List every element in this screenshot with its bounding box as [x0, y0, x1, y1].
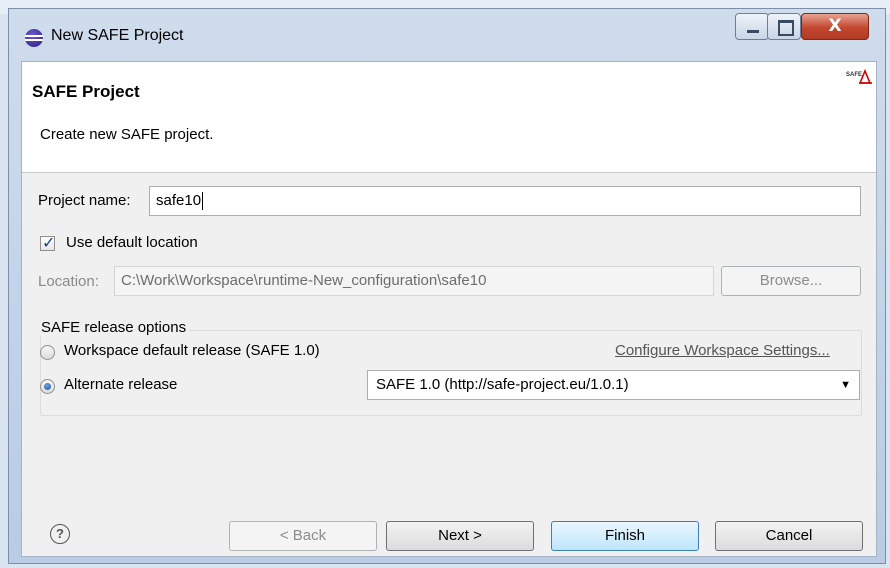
text-caret: [202, 192, 204, 211]
safe-logo-text: SAFE: [846, 72, 862, 78]
workspace-default-radio[interactable]: [40, 345, 55, 360]
eclipse-app-icon: [25, 29, 43, 47]
alternate-release-radio[interactable]: [40, 379, 55, 394]
location-input[interactable]: C:\Work\Workspace\runtime-New_configurat…: [114, 266, 714, 296]
workspace-default-label[interactable]: Workspace default release (SAFE 1.0): [64, 342, 320, 359]
close-icon: X: [828, 16, 842, 36]
help-icon[interactable]: ?: [50, 524, 70, 544]
use-default-location-checkbox[interactable]: ✓: [40, 233, 56, 252]
next-button[interactable]: Next >: [386, 521, 534, 551]
dropdown-arrow-icon: ▼: [840, 379, 851, 391]
close-button[interactable]: X: [801, 13, 869, 40]
checkmark-icon: ✓: [42, 233, 56, 252]
configure-workspace-settings-link[interactable]: Configure Workspace Settings...: [615, 342, 830, 359]
project-name-label: Project name:: [38, 192, 131, 209]
wizard-title: SAFE Project: [32, 82, 140, 101]
alternate-release-label[interactable]: Alternate release: [64, 376, 177, 393]
cancel-button[interactable]: Cancel: [715, 521, 863, 551]
location-label: Location:: [38, 273, 99, 290]
browse-button[interactable]: Browse...: [721, 266, 861, 296]
wizard-description: Create new SAFE project.: [40, 126, 214, 143]
release-options-title: SAFE release options: [38, 319, 190, 336]
dialog-content: SAFE Project Create new SAFE project. SA…: [21, 61, 877, 557]
minimize-button[interactable]: [735, 13, 769, 40]
back-button[interactable]: < Back: [229, 521, 377, 551]
dialog-window: New SAFE Project X SAFE Project Create n…: [8, 8, 886, 564]
use-default-location-label[interactable]: Use default location: [66, 234, 198, 251]
title-bar[interactable]: New SAFE Project X: [9, 9, 885, 61]
wizard-header: SAFE Project Create new SAFE project. SA…: [22, 62, 876, 173]
alternate-release-value: SAFE 1.0 (http://safe-project.eu/1.0.1): [376, 376, 629, 393]
finish-button[interactable]: Finish: [551, 521, 699, 551]
alternate-release-select[interactable]: SAFE 1.0 (http://safe-project.eu/1.0.1) …: [367, 370, 860, 400]
minimize-icon: [747, 30, 759, 33]
window-title: New SAFE Project: [51, 27, 184, 44]
maximize-icon: [778, 20, 794, 36]
project-name-value: safe10: [156, 192, 202, 209]
safe-logo-icon: SAFE: [846, 68, 872, 84]
maximize-button[interactable]: [767, 13, 801, 40]
project-name-input[interactable]: safe10: [149, 186, 861, 216]
